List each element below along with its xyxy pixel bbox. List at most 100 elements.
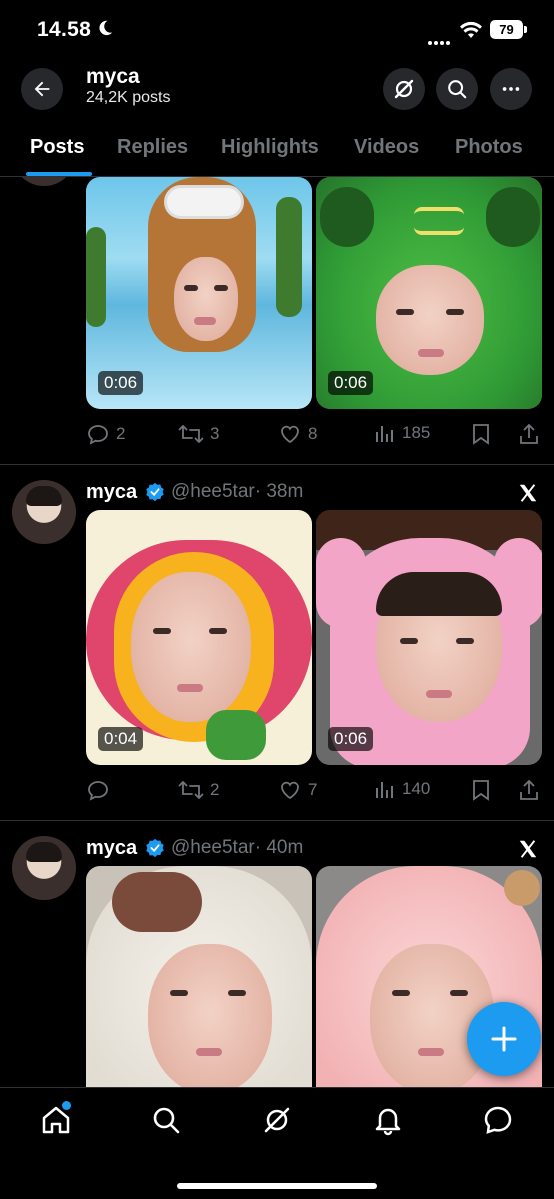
reply-button[interactable] bbox=[86, 778, 116, 802]
repost-button[interactable]: 3 bbox=[178, 422, 219, 446]
bear-ear bbox=[494, 538, 542, 628]
face bbox=[376, 572, 502, 722]
grok-icon[interactable] bbox=[261, 1104, 293, 1136]
face bbox=[131, 572, 251, 722]
battery-indicator: 79 bbox=[490, 20, 523, 39]
reply-count: 2 bbox=[116, 424, 126, 443]
grok-icon bbox=[394, 79, 414, 99]
post-actions: 2 3 8 185 bbox=[86, 422, 542, 448]
mochi-topping bbox=[112, 872, 202, 932]
share-button[interactable] bbox=[518, 778, 546, 802]
mask-ear bbox=[504, 870, 540, 906]
arrow-left-icon bbox=[34, 81, 50, 97]
more-button[interactable] bbox=[490, 68, 532, 110]
verified-badge-icon bbox=[146, 838, 164, 858]
message-icon[interactable] bbox=[482, 1104, 514, 1136]
timeline[interactable]: 0:06 0:06 2 3 8 185 myca @hee5tar· 38m 0… bbox=[0, 177, 554, 1087]
mask-eye bbox=[320, 187, 374, 247]
repost-count: 3 bbox=[210, 424, 220, 443]
bell-icon[interactable] bbox=[372, 1104, 404, 1136]
mask-stripes bbox=[414, 207, 464, 235]
bookmark-button[interactable] bbox=[470, 778, 498, 802]
more-icon bbox=[502, 87, 520, 91]
cellular-signal-icon bbox=[428, 32, 452, 50]
video-duration: 0:04 bbox=[98, 727, 144, 751]
like-button[interactable]: 7 bbox=[278, 778, 317, 802]
verified-badge-icon bbox=[146, 482, 164, 502]
compose-button[interactable] bbox=[467, 1002, 541, 1076]
search-icon bbox=[448, 80, 467, 99]
x-logo-icon bbox=[519, 484, 537, 502]
tab-highlights[interactable]: Highlights bbox=[221, 136, 319, 159]
palm-tree bbox=[276, 197, 302, 317]
share-button[interactable] bbox=[518, 422, 546, 446]
like-count: 8 bbox=[308, 424, 318, 443]
post-author-handle[interactable]: @hee5tar· 40m bbox=[171, 837, 303, 859]
status-time: 14.58 bbox=[37, 18, 92, 41]
views-count: 185 bbox=[402, 423, 431, 442]
like-count: 7 bbox=[308, 780, 318, 799]
share-icon bbox=[520, 423, 538, 444]
grok-button[interactable] bbox=[383, 68, 425, 110]
post-actions: 2 7 140 bbox=[86, 778, 542, 804]
back-button[interactable] bbox=[21, 68, 63, 110]
views-button[interactable]: 140 bbox=[374, 778, 430, 800]
reply-button[interactable]: 2 bbox=[86, 422, 125, 446]
post-count: 24,2K posts bbox=[86, 89, 171, 106]
moon-icon bbox=[99, 20, 113, 36]
post[interactable]: 0:06 0:06 2 3 8 185 bbox=[0, 177, 554, 464]
bookmark-icon bbox=[473, 424, 489, 445]
video-duration: 0:06 bbox=[328, 371, 374, 395]
tab-replies[interactable]: Replies bbox=[117, 136, 188, 159]
leaf bbox=[206, 710, 266, 760]
heart-icon bbox=[281, 425, 299, 444]
share-icon bbox=[520, 779, 538, 800]
tab-videos[interactable]: Videos bbox=[354, 136, 419, 159]
avatar[interactable] bbox=[12, 836, 76, 900]
repost-button[interactable]: 2 bbox=[178, 778, 219, 802]
reply-icon bbox=[88, 425, 108, 445]
post-media-video[interactable]: 0:04 bbox=[86, 510, 312, 765]
active-tab-indicator bbox=[26, 172, 92, 176]
face bbox=[174, 257, 238, 341]
tab-posts[interactable]: Posts bbox=[30, 136, 84, 159]
profile-header: myca 24,2K posts bbox=[0, 58, 554, 120]
mask-eye bbox=[486, 187, 540, 247]
bear-ear bbox=[316, 538, 366, 628]
video-duration: 0:06 bbox=[328, 727, 374, 751]
x-logo-icon bbox=[519, 840, 537, 858]
wifi-icon bbox=[460, 21, 482, 38]
bookmark-button[interactable] bbox=[470, 422, 498, 446]
post-media-video[interactable]: 0:06 bbox=[86, 177, 312, 409]
status-bar: 14.58 79 bbox=[0, 0, 554, 58]
post-media-video[interactable] bbox=[86, 866, 312, 1087]
reply-icon bbox=[88, 781, 108, 801]
video-duration: 0:06 bbox=[98, 371, 144, 395]
palm-tree bbox=[86, 227, 106, 327]
views-icon bbox=[376, 426, 393, 442]
face bbox=[148, 944, 272, 1087]
search-icon[interactable] bbox=[150, 1104, 182, 1136]
tab-photos[interactable]: Photos bbox=[455, 136, 523, 159]
post-author-name[interactable]: myca bbox=[86, 481, 137, 504]
compose-plus-icon bbox=[491, 1026, 517, 1052]
search-button[interactable] bbox=[436, 68, 478, 110]
avatar[interactable] bbox=[12, 480, 76, 544]
repost-icon bbox=[178, 781, 204, 799]
views-button[interactable]: 185 bbox=[374, 422, 430, 444]
bookmark-icon bbox=[473, 780, 489, 801]
avatar[interactable] bbox=[12, 177, 76, 186]
profile-tabs: Posts Replies Highlights Videos Photos bbox=[0, 120, 554, 177]
battery-tip bbox=[524, 26, 527, 33]
like-button[interactable]: 8 bbox=[278, 422, 317, 446]
post-author-handle[interactable]: @hee5tar· 38m bbox=[171, 481, 303, 503]
repost-count: 2 bbox=[210, 780, 220, 799]
post-media-video[interactable]: 0:06 bbox=[316, 177, 542, 409]
post[interactable]: myca @hee5tar· 38m 0:04 0:06 2 7 140 bbox=[0, 465, 554, 820]
repost-icon bbox=[178, 425, 204, 443]
post-media-video[interactable]: 0:06 bbox=[316, 510, 542, 765]
profile-name: myca bbox=[86, 65, 140, 88]
post-author-name[interactable]: myca bbox=[86, 837, 137, 860]
face bbox=[376, 265, 484, 375]
views-count: 140 bbox=[402, 779, 431, 798]
